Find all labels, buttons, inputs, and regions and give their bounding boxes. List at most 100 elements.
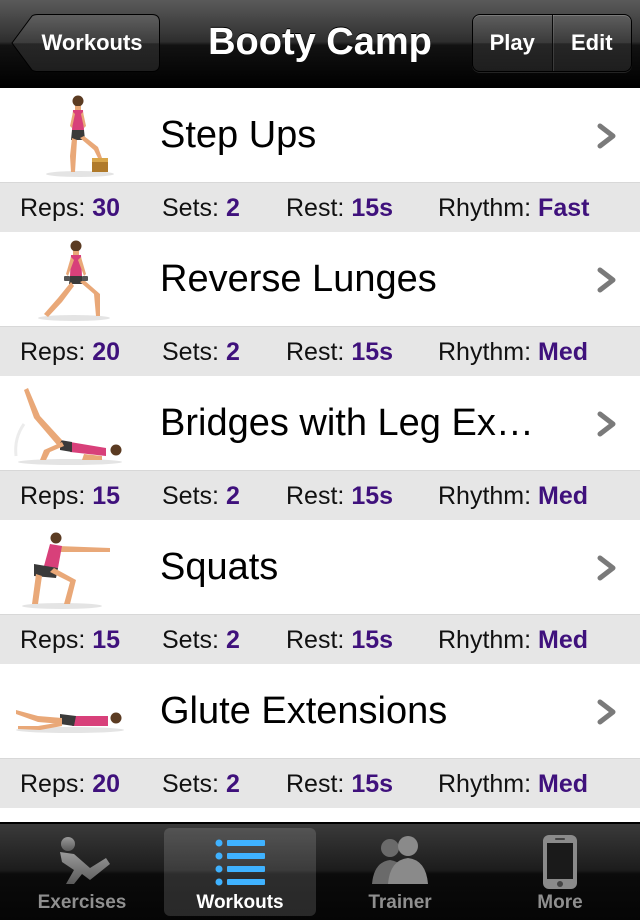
exercise-cell[interactable]: Bridges with Leg Ex… [0,376,640,470]
rest-stat: Rest: 15s [286,327,393,377]
reps-value: 30 [92,194,121,222]
chevron-right-icon [597,123,616,149]
reps-label: Reps: [20,626,86,654]
sets-value: 2 [225,626,240,654]
reps-stat: Reps: 20 [20,759,120,809]
exercise-stats: Reps: 20 Sets: 2 Rest: 15s Rhythm: Med [0,758,640,808]
exercise-name: Reverse Lunges [160,258,437,300]
rest-value: 15s [351,482,394,510]
rhythm-value: Med [538,626,589,654]
reps-stat: Reps: 20 [20,327,120,377]
rest-value: 15s [351,626,394,654]
rhythm-value: Med [538,338,589,366]
reps-value: 20 [92,338,121,366]
rhythm-value: Med [538,770,589,798]
exercise-name: Bridges with Leg Ex… [160,402,534,444]
nav-button-group: Play Edit [472,14,632,72]
reverse-lunges-figure-icon [10,236,130,322]
sets-stat: Sets: 2 [162,759,240,809]
exercise-cell[interactable]: Glute Extensions [0,664,640,758]
sets-value: 2 [225,338,240,366]
rest-label: Rest: [286,770,345,798]
chevron-right-icon [597,555,616,581]
list-icon [215,839,265,886]
exercise-row: Step Ups Reps: 30 Sets: 2 Rest: 15s Rhyt… [0,88,640,232]
tab-more[interactable]: More [484,824,636,920]
chevron-right-icon [597,411,616,437]
rhythm-stat: Rhythm: Med [438,615,588,665]
exercise-row: Glute Extensions Reps: 20 Sets: 2 Rest: … [0,664,640,808]
rhythm-label: Rhythm: [438,770,532,798]
sets-stat: Sets: 2 [162,615,240,665]
play-button[interactable]: Play [473,15,552,71]
bridges-figure-icon [10,380,130,466]
navigation-bar: Workouts Booty Camp Play Edit [0,0,640,88]
exercise-cell[interactable]: Squats [0,520,640,614]
tab-label: More [537,892,583,913]
chevron-right-icon [597,267,616,293]
reps-value: 20 [92,770,121,798]
edit-button[interactable]: Edit [553,15,632,71]
step-ups-figure-icon [10,92,130,178]
rhythm-label: Rhythm: [438,338,532,366]
tab-label: Trainer [368,892,432,913]
tab-exercises[interactable]: Exercises [6,824,158,920]
reps-label: Reps: [20,770,86,798]
exercise-row: Bridges with Leg Ex… Reps: 15 Sets: 2 Re… [0,376,640,520]
phone-icon [543,835,577,889]
reps-stat: Reps: 15 [20,615,120,665]
rest-stat: Rest: 15s [286,471,393,521]
exercise-row: Reverse Lunges Reps: 20 Sets: 2 Rest: 15… [0,232,640,376]
sets-label: Sets: [162,482,219,510]
exercise-name: Glute Extensions [160,690,448,732]
exercise-stats: Reps: 20 Sets: 2 Rest: 15s Rhythm: Med [0,326,640,376]
rhythm-stat: Rhythm: Med [438,759,588,809]
tab-workouts[interactable]: Workouts [164,828,316,916]
rhythm-value: Med [538,482,589,510]
sets-value: 2 [225,770,240,798]
reps-label: Reps: [20,194,86,222]
rhythm-label: Rhythm: [438,194,532,222]
exercise-cell[interactable]: Step Ups [0,88,640,182]
rest-label: Rest: [286,626,345,654]
chevron-right-icon [597,699,616,725]
squats-figure-icon [10,524,130,610]
tab-trainer[interactable]: Trainer [324,824,476,920]
back-button[interactable]: Workouts [10,14,160,72]
reps-stat: Reps: 30 [20,183,120,233]
sets-label: Sets: [162,338,219,366]
sets-value: 2 [225,482,240,510]
sets-stat: Sets: 2 [162,183,240,233]
reps-label: Reps: [20,482,86,510]
rhythm-stat: Rhythm: Med [438,471,588,521]
exercise-stats: Reps: 30 Sets: 2 Rest: 15s Rhythm: Fast [0,182,640,232]
rest-label: Rest: [286,194,345,222]
page-title: Booty Camp [208,21,432,63]
glute-extensions-figure-icon [10,668,130,754]
rest-value: 15s [351,338,394,366]
back-button-label: Workouts [41,30,143,55]
tab-label: Exercises [37,892,127,913]
exercise-stats: Reps: 15 Sets: 2 Rest: 15s Rhythm: Med [0,470,640,520]
sets-value: 2 [225,194,240,222]
sets-label: Sets: [162,626,219,654]
tab-bar: Exercises Workouts Trainer More [0,822,640,920]
sets-label: Sets: [162,194,219,222]
rhythm-value: Fast [538,194,590,222]
exercise-cell[interactable]: Reverse Lunges [0,232,640,326]
rest-stat: Rest: 15s [286,759,393,809]
exercise-name: Squats [160,546,279,588]
reps-value: 15 [92,482,121,510]
exercises-icon [60,837,110,884]
rest-value: 15s [351,770,394,798]
reps-value: 15 [92,626,121,654]
rhythm-stat: Rhythm: Fast [438,183,589,233]
rest-value: 15s [351,194,394,222]
rhythm-stat: Rhythm: Med [438,327,588,377]
rest-stat: Rest: 15s [286,183,393,233]
list-item [0,808,640,822]
reps-label: Reps: [20,338,86,366]
exercise-row: Squats Reps: 15 Sets: 2 Rest: 15s Rhythm… [0,520,640,664]
trainer-icon [372,836,428,884]
rest-label: Rest: [286,482,345,510]
